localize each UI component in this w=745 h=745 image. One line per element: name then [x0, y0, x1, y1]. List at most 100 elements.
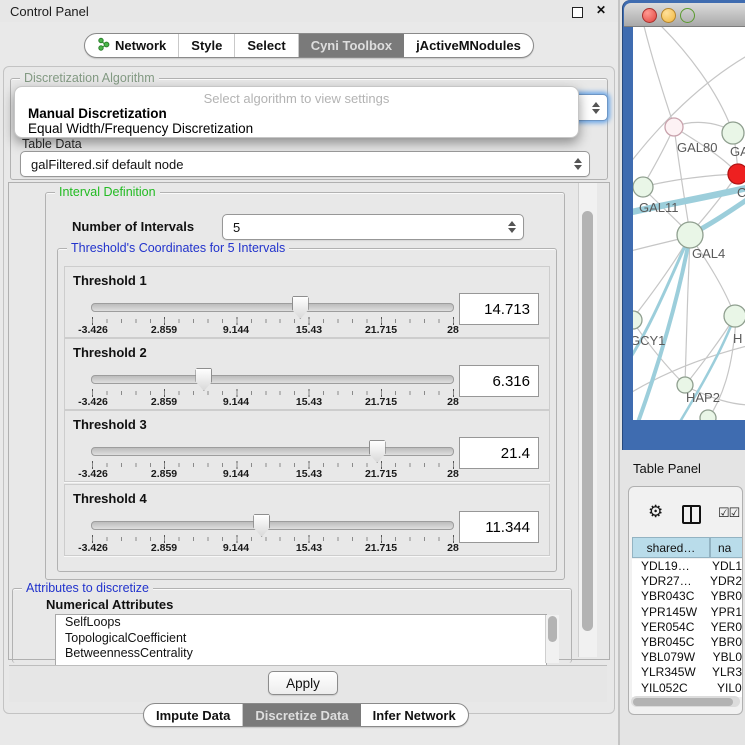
panel-title: Control Panel: [10, 4, 89, 19]
tab-style[interactable]: Style: [179, 34, 235, 57]
slider-minor-ticks: [92, 537, 454, 541]
float-window-icon[interactable]: [572, 7, 583, 18]
table-panel-title: Table Panel: [633, 461, 701, 476]
threshold-slider-track[interactable]: [91, 375, 454, 384]
table-row[interactable]: YBR045CYBR0: [632, 635, 742, 650]
slider-minor-ticks: [92, 319, 454, 323]
svg-text:C: C: [737, 185, 745, 200]
threshold-row: Threshold 2 -3.426 2.859 9.144 15.43 21.…: [64, 338, 550, 410]
tab-impute-data[interactable]: Impute Data: [144, 704, 243, 726]
table-row[interactable]: YDR27…YDR2: [632, 574, 742, 589]
slider-minor-ticks: [92, 463, 454, 467]
popup-hint: Select algorithm to view settings: [15, 91, 578, 106]
attributes-list[interactable]: SelfLoops TopologicalCoefficient Between…: [55, 614, 547, 666]
table-row[interactable]: YPR145WYPR1: [632, 605, 742, 620]
num-intervals-combobox[interactable]: 5: [222, 214, 524, 240]
popup-option-equal-width[interactable]: Equal Width/Frequency Discretization: [28, 121, 253, 136]
tab-select[interactable]: Select: [235, 34, 298, 57]
svg-text:GCY1: GCY1: [633, 333, 665, 348]
table-row[interactable]: YDL19…YDL1: [632, 559, 742, 574]
node-red-selected[interactable]: [728, 164, 745, 184]
control-panel-tabs: Network Style Select Cyni Toolbox jActiv…: [84, 33, 534, 58]
node-gal11[interactable]: [633, 177, 653, 197]
node-gal4[interactable]: [677, 222, 703, 248]
column-header-shared[interactable]: shared…: [632, 537, 710, 558]
horizontal-scrollbar[interactable]: [631, 696, 740, 707]
zoom-traffic-icon[interactable]: [680, 8, 695, 23]
num-intervals-value: 5: [233, 220, 240, 235]
node-partial-bottom[interactable]: [700, 410, 716, 420]
threshold-value-field[interactable]: 14.713: [459, 293, 539, 325]
threshold-slider-handle[interactable]: [195, 368, 212, 391]
scrollbar-thumb[interactable]: [582, 211, 593, 631]
settings-gear-icon[interactable]: ⚙: [648, 502, 663, 522]
network-window-titlebar[interactable]: [624, 3, 745, 27]
threshold-slider-track[interactable]: [91, 521, 454, 530]
network-canvas[interactable]: GAL80 GAL GAL11 C GAL4 GCY1 H HAP2: [633, 27, 745, 420]
table-row[interactable]: YLR345WYLR3: [632, 665, 742, 680]
table-data-combobox[interactable]: galFiltered.sif default node: [20, 151, 590, 177]
network-icon: [97, 37, 110, 54]
node-h-partial[interactable]: [724, 305, 745, 327]
table-row[interactable]: YIL052CYIL0: [632, 681, 742, 696]
list-item[interactable]: BetweennessCentrality: [56, 646, 546, 662]
tab-jactivemnodules[interactable]: jActiveMNodules: [404, 34, 533, 57]
threshold-label: Threshold 1: [73, 273, 147, 288]
column-header-name[interactable]: na: [710, 537, 743, 558]
combo-stepper-icon: [592, 102, 600, 114]
algorithm-popup: Select algorithm to view settings Manual…: [14, 86, 579, 138]
threshold-slider-track[interactable]: [91, 447, 454, 456]
table-panel: ⚙ ☑☑ shared… na YDL19…YDL1 YDR27…YDR2 YB…: [628, 486, 743, 715]
table-rows[interactable]: YDL19…YDL1 YDR27…YDR2 YBR043CYBR0 YPR145…: [632, 559, 742, 697]
threshold-slider-handle[interactable]: [292, 296, 309, 319]
svg-text:GAL11: GAL11: [639, 200, 679, 215]
num-intervals-label: Number of Intervals: [72, 219, 194, 234]
svg-text:HAP2: HAP2: [686, 390, 720, 405]
tab-discretize-data[interactable]: Discretize Data: [243, 704, 360, 726]
threshold-slider-handle[interactable]: [253, 514, 270, 537]
group-title: Threshold's Coordinates for 5 Intervals: [67, 241, 289, 255]
threshold-label: Threshold 4: [73, 491, 147, 506]
table-row[interactable]: YBL079WYBL0: [632, 650, 742, 665]
threshold-value-field[interactable]: 6.316: [459, 365, 539, 397]
threshold-slider-handle[interactable]: [369, 440, 386, 463]
close-traffic-icon[interactable]: [642, 8, 657, 23]
threshold-label: Threshold 2: [73, 345, 147, 360]
table-columns-icon[interactable]: [682, 505, 701, 524]
minimize-traffic-icon[interactable]: [661, 8, 676, 23]
threshold-row: Threshold 1 -3.426 2.859 9.144 15.43 21.…: [64, 266, 550, 338]
popup-option-manual[interactable]: Manual Discretization: [28, 106, 167, 121]
tab-cyni-toolbox[interactable]: Cyni Toolbox: [299, 34, 404, 57]
svg-text:GAL: GAL: [730, 144, 745, 159]
node-gal-partial[interactable]: [722, 122, 744, 144]
table-data-label: Table Data: [22, 137, 82, 151]
svg-text:H: H: [733, 331, 742, 346]
settings-scrollbar[interactable]: [578, 183, 597, 657]
svg-text:GAL4: GAL4: [692, 246, 725, 261]
node-gcy1[interactable]: [633, 311, 642, 329]
threshold-value-field[interactable]: 11.344: [459, 511, 539, 543]
combo-stepper-icon: [508, 221, 516, 233]
apply-button[interactable]: Apply: [268, 671, 338, 695]
checkbox-icons[interactable]: ☑☑: [718, 505, 739, 521]
table-row[interactable]: YER054CYER0: [632, 620, 742, 635]
close-icon[interactable]: ✕: [596, 3, 606, 17]
table-row[interactable]: YBR043CYBR0: [632, 589, 742, 604]
tab-infer-network[interactable]: Infer Network: [361, 704, 468, 726]
node-gal80[interactable]: [665, 118, 683, 136]
bottom-tabs: Impute Data Discretize Data Infer Networ…: [143, 703, 469, 727]
slider-minor-ticks: [92, 391, 454, 395]
list-item[interactable]: SelfLoops: [56, 615, 546, 631]
scrollbar-thumb[interactable]: [548, 616, 557, 642]
threshold-slider-track[interactable]: [91, 303, 454, 312]
threshold-row: Threshold 3 -3.426 2.859 9.144 15.43 21.…: [64, 410, 550, 482]
scrollbar-thumb[interactable]: [633, 698, 733, 706]
list-item[interactable]: TopologicalCoefficient: [56, 631, 546, 647]
threshold-row: Threshold 4 -3.426 2.859 9.144 15.43 21.…: [64, 484, 550, 556]
table-data-value: galFiltered.sif default node: [31, 157, 183, 172]
svg-text:GAL80: GAL80: [677, 140, 717, 155]
threshold-value-field[interactable]: 21.4: [459, 437, 539, 469]
combo-stepper-icon: [574, 158, 582, 170]
attributes-list-scrollbar[interactable]: [545, 615, 559, 663]
tab-network[interactable]: Network: [85, 34, 179, 57]
